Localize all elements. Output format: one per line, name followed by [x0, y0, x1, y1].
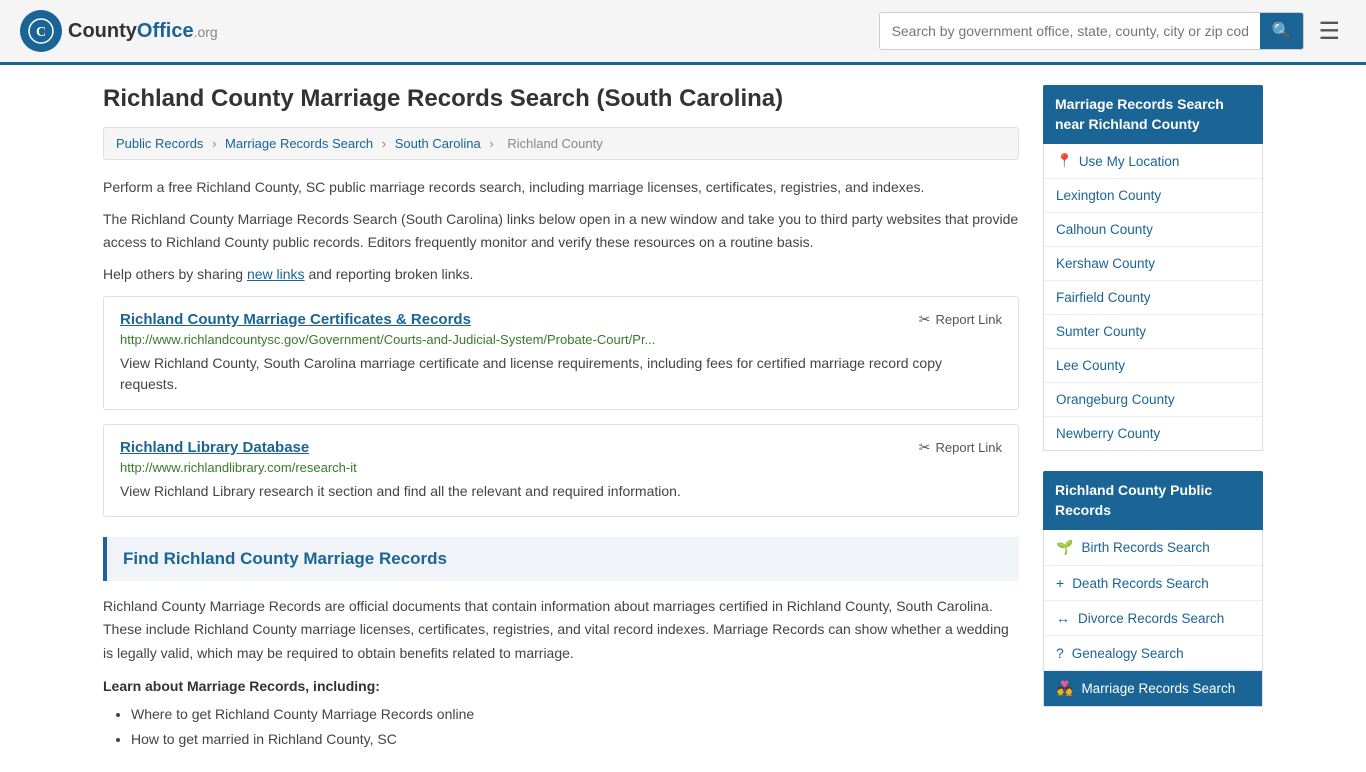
page-title: Richland County Marriage Records Search …	[103, 85, 1019, 113]
find-section-subheader: Learn about Marriage Records, including:	[103, 678, 1019, 694]
nearby-lexington-county[interactable]: Lexington County	[1044, 179, 1262, 213]
sidebar: Marriage Records Search near Richland Co…	[1043, 85, 1263, 752]
nearby-section-title: Marriage Records Search near Richland Co…	[1043, 85, 1263, 144]
nearby-use-my-location[interactable]: 📍 Use My Location	[1044, 144, 1262, 179]
nearby-list: 📍 Use My Location Lexington County Calho…	[1043, 144, 1263, 451]
report-link-1[interactable]: ✂ Report Link	[919, 311, 1002, 328]
logo-icon: C	[20, 10, 62, 52]
report-link-2[interactable]: ✂ Report Link	[919, 439, 1002, 456]
logo-wordmark: CountyOffice.org	[68, 20, 218, 43]
genealogy-icon: ?	[1056, 645, 1064, 661]
nearby-newberry-county[interactable]: Newberry County	[1044, 417, 1262, 450]
content-area: Richland County Marriage Records Search …	[103, 85, 1019, 752]
location-icon: 📍	[1056, 153, 1073, 169]
breadcrumb-public-records[interactable]: Public Records	[116, 136, 203, 151]
nearby-calhoun-county[interactable]: Calhoun County	[1044, 213, 1262, 247]
search-button[interactable]: 🔍	[1260, 13, 1304, 49]
link-card-1-url: http://www.richlandcountysc.gov/Governme…	[120, 332, 1002, 347]
menu-icon[interactable]: ☰	[1312, 11, 1346, 52]
find-section-list: Where to get Richland County Marriage Re…	[103, 702, 1019, 752]
link-card-2: Richland Library Database ✂ Report Link …	[103, 424, 1019, 517]
public-records-section: Richland County Public Records 🌱 Birth R…	[1043, 471, 1263, 707]
link-card-1: Richland County Marriage Certificates & …	[103, 296, 1019, 410]
birth-icon: 🌱	[1056, 539, 1073, 556]
birth-records-search-link[interactable]: 🌱 Birth Records Search	[1044, 530, 1262, 566]
find-section-text: Richland County Marriage Records are off…	[103, 595, 1019, 666]
search-input[interactable]	[880, 15, 1260, 47]
link-card-2-url: http://www.richlandlibrary.com/research-…	[120, 460, 1002, 475]
breadcrumb-south-carolina[interactable]: South Carolina	[395, 136, 481, 151]
new-links-link[interactable]: new links	[247, 266, 305, 282]
death-records-search-link[interactable]: + Death Records Search	[1044, 566, 1262, 601]
divorce-records-search-link[interactable]: ↔ Divorce Records Search	[1044, 601, 1262, 636]
search-area: 🔍 ☰	[879, 11, 1346, 52]
report-icon-1: ✂	[919, 311, 931, 328]
nearby-sumter-county[interactable]: Sumter County	[1044, 315, 1262, 349]
link-card-2-desc: View Richland Library research it sectio…	[120, 481, 1002, 502]
list-item-1: Where to get Richland County Marriage Re…	[131, 702, 1019, 727]
nearby-orangeburg-county[interactable]: Orangeburg County	[1044, 383, 1262, 417]
logo[interactable]: C CountyOffice.org	[20, 10, 218, 52]
marriage-icon: 💑	[1056, 680, 1073, 697]
intro-paragraph-2: The Richland County Marriage Records Sea…	[103, 208, 1019, 253]
link-card-1-title[interactable]: Richland County Marriage Certificates & …	[120, 311, 471, 328]
search-bar: 🔍	[879, 12, 1305, 50]
breadcrumb: Public Records › Marriage Records Search…	[103, 127, 1019, 160]
find-section-header: Find Richland County Marriage Records	[103, 537, 1019, 581]
divorce-icon: ↔	[1056, 610, 1070, 626]
intro-paragraph-1: Perform a free Richland County, SC publi…	[103, 176, 1019, 198]
genealogy-search-link[interactable]: ? Genealogy Search	[1044, 636, 1262, 671]
nearby-section: Marriage Records Search near Richland Co…	[1043, 85, 1263, 451]
list-item-2: How to get married in Richland County, S…	[131, 727, 1019, 752]
nearby-lee-county[interactable]: Lee County	[1044, 349, 1262, 383]
site-header: C CountyOffice.org 🔍 ☰	[0, 0, 1366, 65]
report-icon-2: ✂	[919, 439, 931, 456]
main-container: Richland County Marriage Records Search …	[83, 65, 1283, 772]
breadcrumb-marriage-records-search[interactable]: Marriage Records Search	[225, 136, 373, 151]
death-icon: +	[1056, 575, 1064, 591]
link-card-1-desc: View Richland County, South Carolina mar…	[120, 353, 1002, 395]
link-card-2-title[interactable]: Richland Library Database	[120, 439, 309, 456]
svg-text:C: C	[36, 25, 46, 40]
public-records-title: Richland County Public Records	[1043, 471, 1263, 530]
breadcrumb-richland-county: Richland County	[507, 136, 602, 151]
marriage-records-search-link[interactable]: 💑 Marriage Records Search	[1044, 671, 1262, 706]
intro-paragraph-3: Help others by sharing new links and rep…	[103, 263, 1019, 285]
nearby-kershaw-county[interactable]: Kershaw County	[1044, 247, 1262, 281]
nearby-fairfield-county[interactable]: Fairfield County	[1044, 281, 1262, 315]
public-records-list: 🌱 Birth Records Search + Death Records S…	[1043, 530, 1263, 707]
